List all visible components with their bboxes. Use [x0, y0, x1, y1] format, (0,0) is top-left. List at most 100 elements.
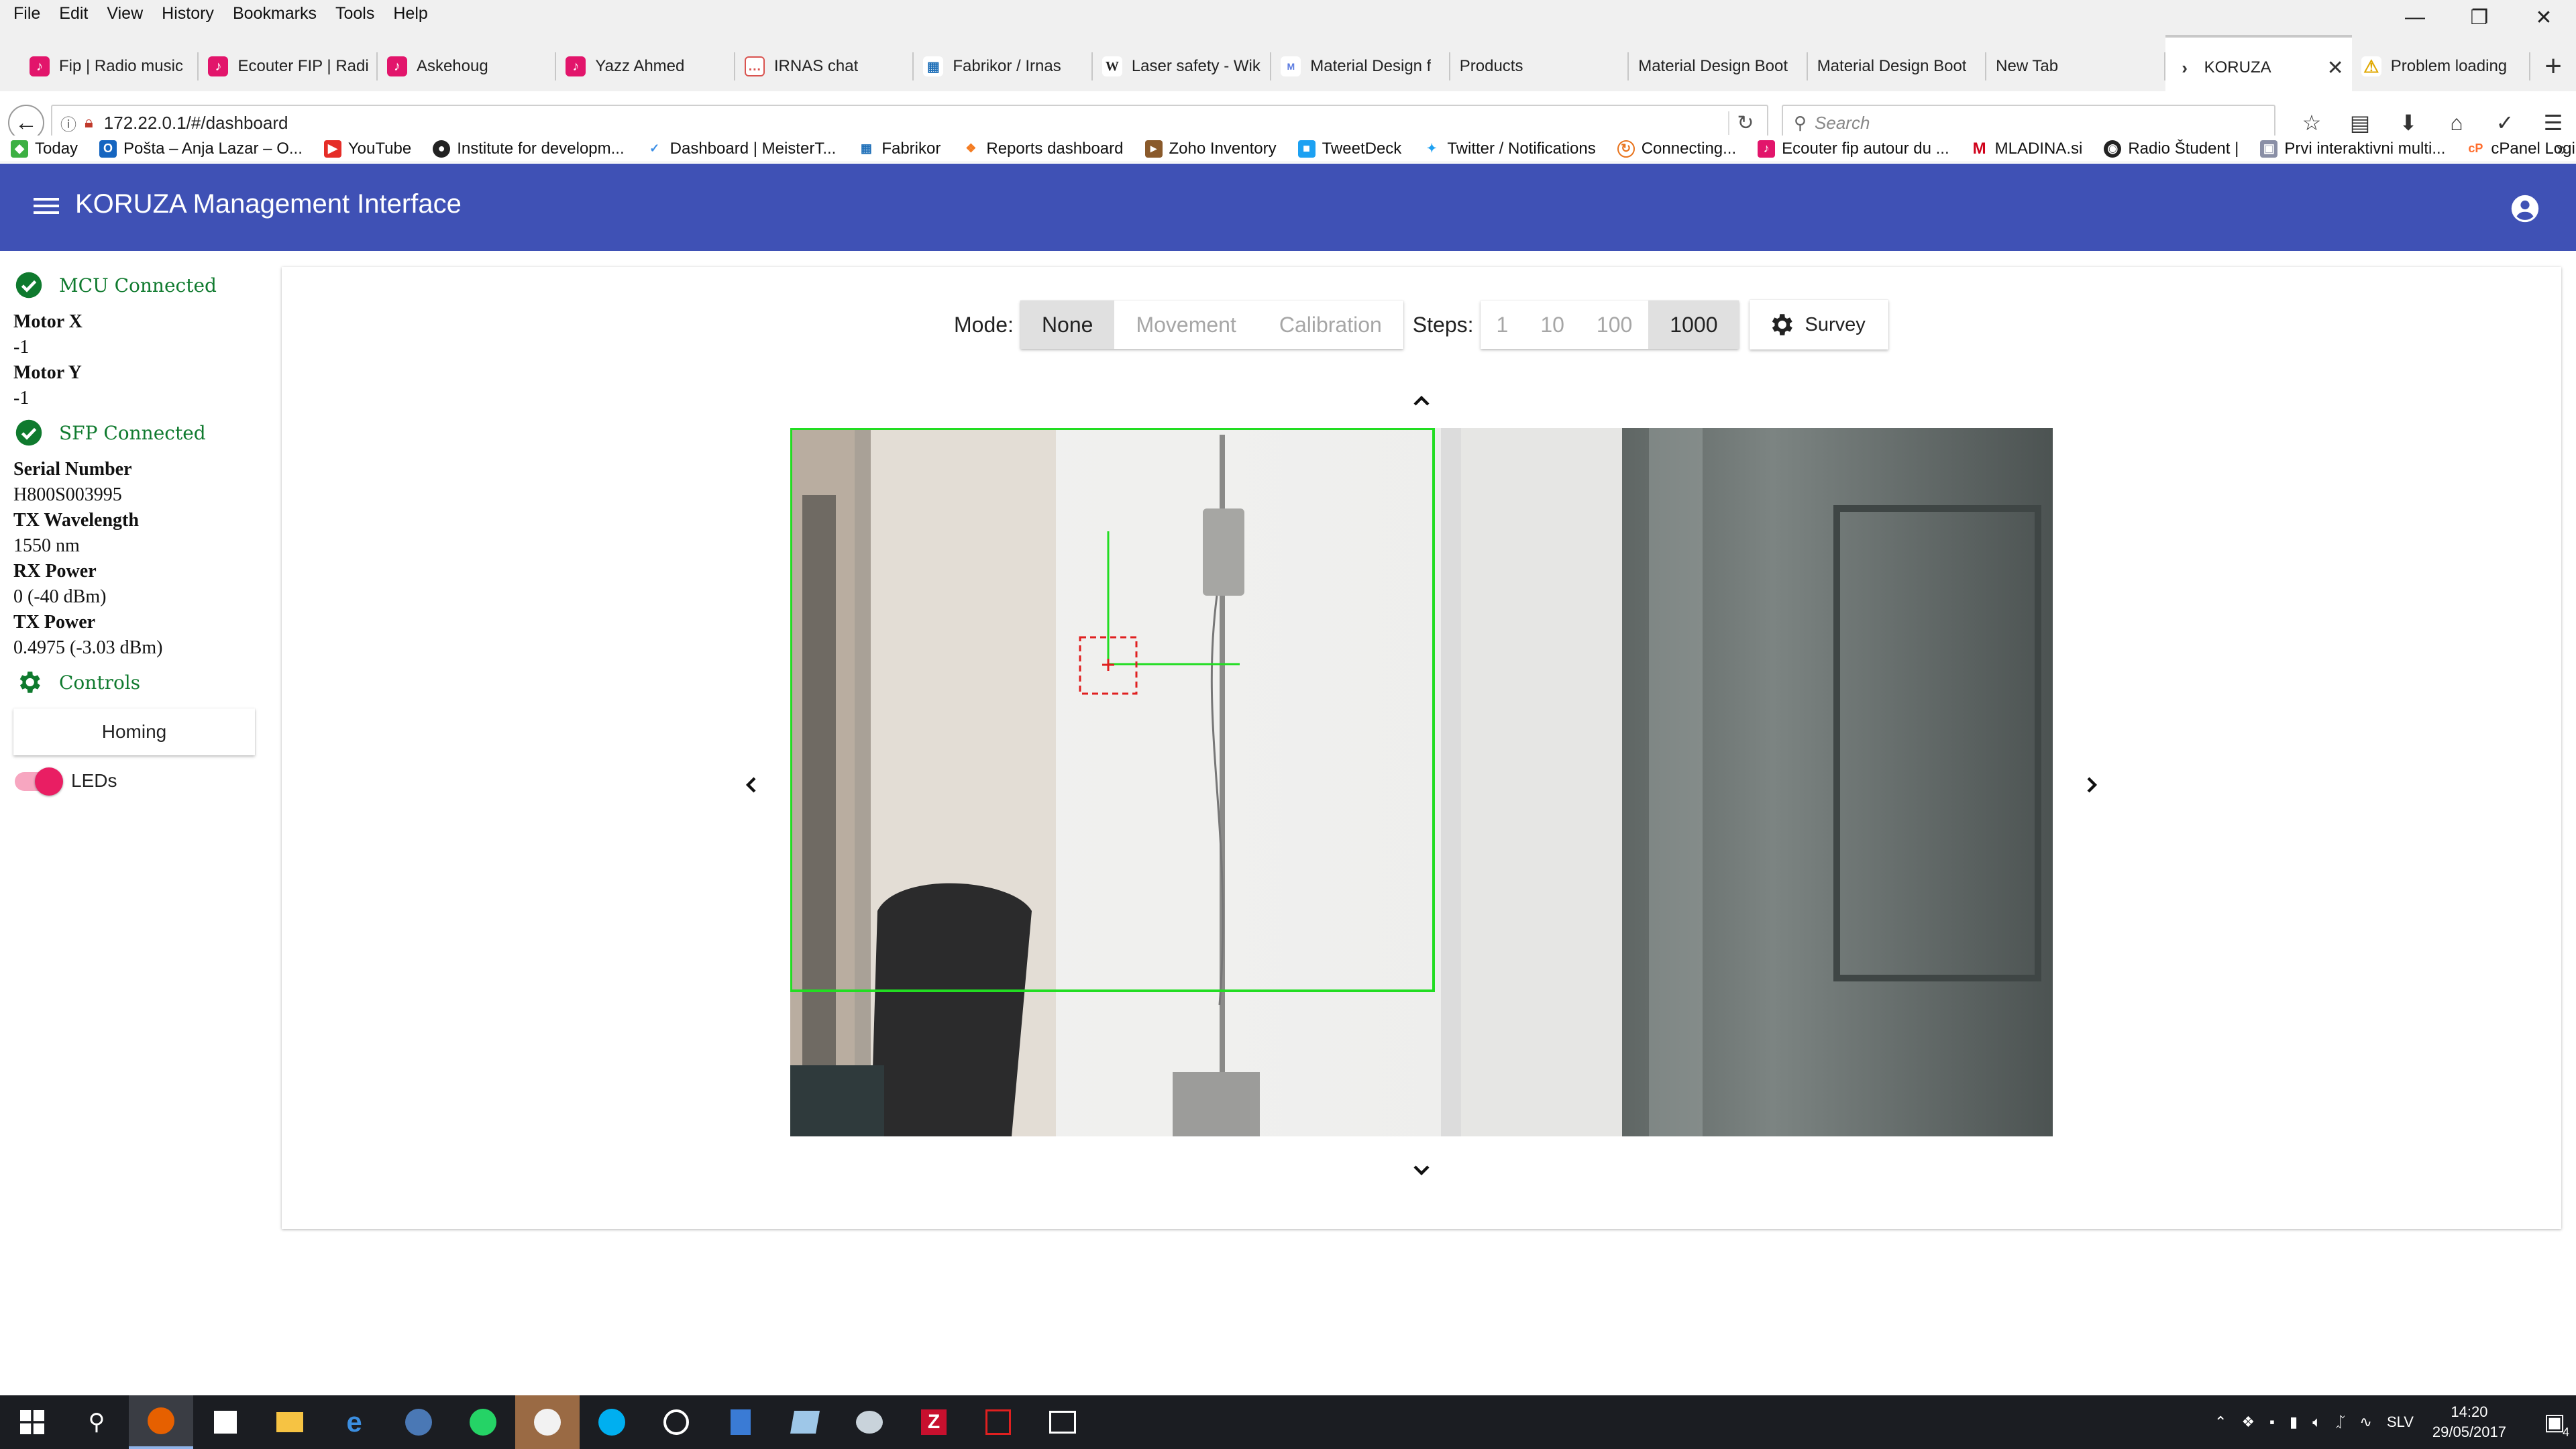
close-tab-icon[interactable]: ✕: [2327, 56, 2344, 80]
steps-10-button[interactable]: 10: [1524, 301, 1580, 349]
browser-tab[interactable]: New Tab: [1986, 35, 2165, 98]
tx-power-value: 0.4975 (-3.03 dBm): [13, 637, 163, 658]
bookmark-item[interactable]: M MLADINA.si: [1970, 140, 2082, 158]
wifi-icon[interactable]: ∿: [2360, 1413, 2372, 1431]
check-circle-icon: [15, 272, 42, 299]
bookmark-item[interactable]: ■ TweetDeck: [1297, 139, 1402, 158]
bookmark-label: TweetDeck: [1322, 139, 1402, 158]
browser-tab[interactable]: Products: [1450, 35, 1629, 98]
mcu-status-label: MCU Connected: [59, 274, 217, 297]
browser-tab[interactable]: ♪ Askehoug: [378, 35, 557, 98]
bookmark-item[interactable]: ↻ Connecting...: [1617, 140, 1736, 158]
menu-view[interactable]: View: [97, 0, 152, 27]
tab-label: Laser safety - Wik: [1131, 57, 1260, 75]
leds-toggle[interactable]: [13, 765, 64, 798]
browser-tab[interactable]: ⚠ Problem loading: [2352, 35, 2531, 98]
menu-bookmarks[interactable]: Bookmarks: [223, 0, 326, 27]
new-tab-button[interactable]: +: [2530, 35, 2576, 98]
battery-icon[interactable]: ▮: [2290, 1413, 2298, 1431]
url-text[interactable]: 172.22.0.1/#/dashboard: [104, 113, 288, 133]
account-circle-icon[interactable]: [2510, 194, 2540, 223]
hamburger-menu-button[interactable]: [34, 194, 60, 221]
bookmark-item[interactable]: ▣ Prvi interaktivni multi...: [2260, 140, 2445, 158]
cpanel-icon: cP: [2467, 140, 2485, 158]
clock[interactable]: 14:20 29/05/2017: [2432, 1402, 2506, 1442]
usb-icon[interactable]: ▪: [2269, 1413, 2275, 1431]
edge-icon[interactable]: e: [322, 1395, 386, 1449]
bookmark-item[interactable]: ◉ Radio Študent |: [2104, 140, 2239, 158]
menu-file[interactable]: File: [4, 0, 50, 27]
steps-1000-button[interactable]: 1000: [1648, 301, 1739, 349]
thunderbird-icon[interactable]: [386, 1395, 451, 1449]
browser-tab[interactable]: W Laser safety - Wik: [1093, 35, 1272, 98]
camera-view[interactable]: [790, 428, 2053, 1136]
menu-tools[interactable]: Tools: [326, 0, 384, 27]
reload-icon[interactable]: ↻: [1728, 111, 1762, 135]
acrobat-icon[interactable]: [966, 1395, 1030, 1449]
bookmark-item[interactable]: ▦ Fabrikor: [857, 140, 941, 158]
browser-tab[interactable]: ♪ Yazz Ahmed: [556, 35, 735, 98]
bookmark-item[interactable]: ◆ Today: [11, 140, 78, 158]
bookmark-item[interactable]: ● Institute for developm...: [433, 140, 625, 158]
mode-movement-button[interactable]: Movement: [1114, 301, 1257, 349]
bookmark-item[interactable]: ❖ Reports dashboard: [962, 140, 1124, 158]
whatsapp-icon[interactable]: [451, 1395, 515, 1449]
browser-tab[interactable]: Material Design Boot: [1629, 35, 1808, 98]
survey-button[interactable]: Survey: [1750, 300, 1888, 350]
media-icon[interactable]: [644, 1395, 708, 1449]
filezilla-icon[interactable]: Z: [902, 1395, 966, 1449]
mode-none-button[interactable]: None: [1020, 301, 1115, 349]
notification-center-button[interactable]: ▣ 4: [2533, 1395, 2576, 1449]
bookmark-item[interactable]: ✓ Dashboard | MeisterT...: [645, 139, 837, 158]
search-icon[interactable]: ⚲: [64, 1395, 129, 1449]
language-indicator[interactable]: SLV: [2387, 1413, 2414, 1431]
start-button[interactable]: [0, 1395, 64, 1449]
browser-tab[interactable]: ♪ Ecouter FIP | Radi: [199, 35, 378, 98]
bookmark-item[interactable]: ✦ Twitter / Notifications: [1423, 140, 1596, 158]
document-icon[interactable]: [708, 1395, 773, 1449]
chevron-double-right-icon[interactable]: »: [2556, 138, 2567, 160]
browser-tab[interactable]: ▦ Fabrikor / Irnas: [914, 35, 1093, 98]
mode-calibration-button[interactable]: Calibration: [1258, 301, 1403, 349]
pan-up-button[interactable]: [1401, 381, 1442, 421]
browser-tab-active[interactable]: › KORUZA ✕: [2165, 35, 2352, 98]
bookmark-item[interactable]: ♪ Ecouter fip autour du ...: [1758, 140, 1949, 158]
chevron-up-icon[interactable]: ⌃: [2214, 1413, 2226, 1431]
tab-label: Products: [1459, 57, 1523, 75]
chat-app-icon[interactable]: [515, 1395, 580, 1449]
bookmark-label: Dashboard | MeisterT...: [669, 139, 837, 158]
pan-left-button[interactable]: [731, 765, 771, 805]
browser-tab[interactable]: … IRNAS chat: [735, 35, 914, 98]
photos-icon[interactable]: [1030, 1395, 1095, 1449]
menu-history[interactable]: History: [152, 0, 223, 27]
steps-1-button[interactable]: 1: [1481, 301, 1525, 349]
motor-x-value: -1: [13, 337, 30, 358]
browser-tab[interactable]: Material Design Boot: [1808, 35, 1987, 98]
sfp-status-label: SFP Connected: [59, 421, 206, 444]
network-tool-icon[interactable]: [837, 1395, 902, 1449]
pan-right-button[interactable]: [2072, 765, 2112, 805]
browser-tab[interactable]: ♪ Fip | Radio music: [20, 35, 199, 98]
bookmark-label: Today: [35, 139, 78, 158]
volume-mute-icon[interactable]: 🔈︎: [2312, 1413, 2321, 1431]
menu-edit[interactable]: Edit: [50, 0, 97, 27]
skype-icon[interactable]: [580, 1395, 644, 1449]
menu-help[interactable]: Help: [384, 0, 437, 27]
info-icon[interactable]: ⓘ: [60, 111, 76, 135]
homing-button[interactable]: Homing: [13, 708, 255, 755]
notes-icon[interactable]: [773, 1395, 837, 1449]
firefox-icon[interactable]: [129, 1395, 193, 1449]
file-explorer-icon[interactable]: [258, 1395, 322, 1449]
bookmark-item[interactable]: O Pošta – Anja Lazar – O...: [99, 140, 303, 158]
store-icon[interactable]: [193, 1395, 258, 1449]
dropbox-icon[interactable]: ❖: [2241, 1413, 2255, 1431]
bluetooth-icon[interactable]: ᛢ: [2336, 1413, 2345, 1431]
tab-favicon-icon: ♪: [208, 56, 229, 76]
bookmark-item[interactable]: ▸ Zoho Inventory: [1144, 140, 1277, 158]
steps-100-button[interactable]: 100: [1580, 301, 1648, 349]
browser-tab[interactable]: M Material Design f: [1271, 35, 1450, 98]
pan-down-button[interactable]: [1401, 1150, 1442, 1190]
windows-logo-icon: [20, 1410, 44, 1434]
motor-y-label: Motor Y: [13, 362, 82, 383]
bookmark-item[interactable]: ▶ YouTube: [323, 140, 411, 158]
